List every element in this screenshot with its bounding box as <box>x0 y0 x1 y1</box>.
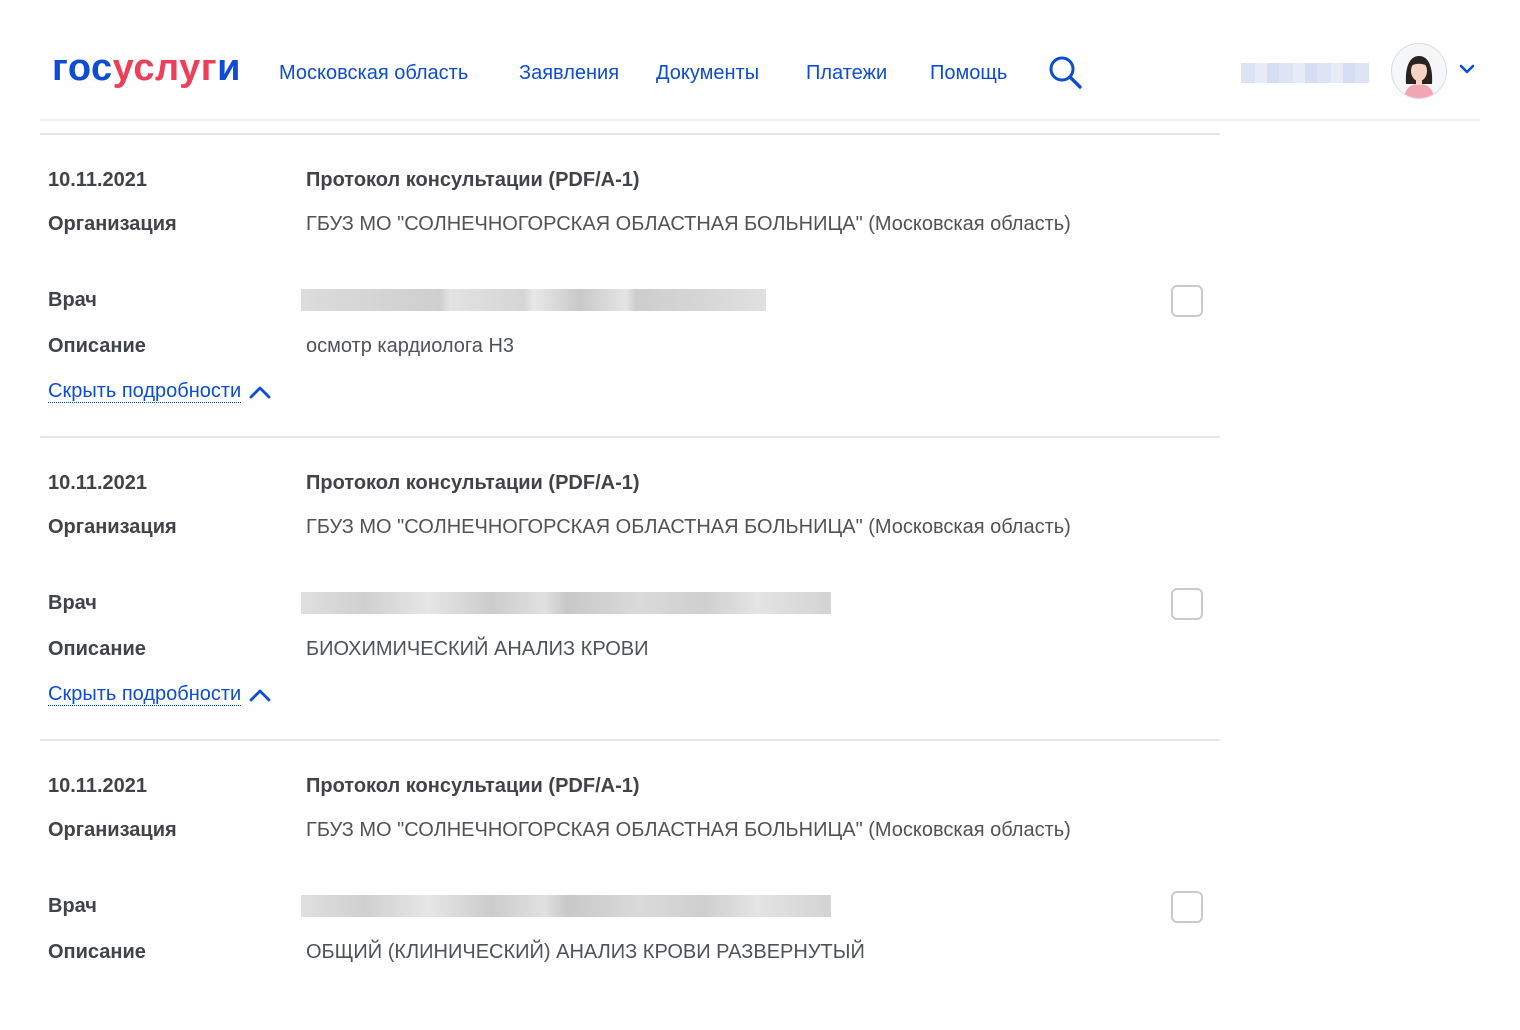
organization-label: Организация <box>48 819 177 841</box>
description-label: Описание <box>48 335 146 357</box>
description-label: Описание <box>48 638 146 660</box>
organization-value: ГБУЗ МО "СОЛНЕЧНОГОРСКАЯ ОБЛАСТНАЯ БОЛЬН… <box>306 213 1071 235</box>
record-date: 10.11.2021 <box>48 775 147 797</box>
hide-details-link[interactable]: Скрыть подробности <box>48 681 271 707</box>
record-checkbox[interactable] <box>1171 285 1203 317</box>
record-divider <box>40 436 1220 438</box>
record-title: Протокол консультации (PDF/A-1) <box>306 472 640 494</box>
organization-label: Организация <box>48 516 177 538</box>
doctor-name-redacted <box>301 289 766 311</box>
record-date: 10.11.2021 <box>48 472 147 494</box>
document-record: 10.11.2021 Протокол консультации (PDF/A-… <box>40 739 1220 1030</box>
chevron-up-icon <box>249 689 271 702</box>
document-record: 10.11.2021 Протокол консультации (PDF/A-… <box>40 133 1220 433</box>
record-date: 10.11.2021 <box>48 169 147 191</box>
record-checkbox[interactable] <box>1171 891 1203 923</box>
record-checkbox[interactable] <box>1171 588 1203 620</box>
description-value: осмотр кардиолога Н3 <box>306 335 515 357</box>
description-label: Описание <box>48 941 146 963</box>
description-value: БИОХИМИЧЕСКИЙ АНАЛИЗ КРОВИ <box>306 638 649 660</box>
record-title: Протокол консультации (PDF/A-1) <box>306 775 640 797</box>
record-divider <box>40 739 1220 741</box>
record-divider <box>40 133 1220 135</box>
document-record: 10.11.2021 Протокол консультации (PDF/A-… <box>40 436 1220 736</box>
hide-details-link[interactable]: Скрыть подробности <box>48 378 271 404</box>
organization-value: ГБУЗ МО "СОЛНЕЧНОГОРСКАЯ ОБЛАСТНАЯ БОЛЬН… <box>306 516 1071 538</box>
doctor-name-redacted <box>301 895 831 917</box>
description-value: ОБЩИЙ (КЛИНИЧЕСКИЙ) АНАЛИЗ КРОВИ РАЗВЕРН… <box>306 941 865 963</box>
doctor-label: Врач <box>48 592 97 614</box>
doctor-name-redacted <box>301 592 831 614</box>
chevron-up-icon <box>249 386 271 399</box>
doctor-label: Врач <box>48 895 97 917</box>
medical-documents-list: 10.11.2021 Протокол консультации (PDF/A-… <box>0 0 1520 1030</box>
organization-value: ГБУЗ МО "СОЛНЕЧНОГОРСКАЯ ОБЛАСТНАЯ БОЛЬН… <box>306 819 1071 841</box>
hide-details-label: Скрыть подробности <box>48 683 242 706</box>
doctor-label: Врач <box>48 289 97 311</box>
organization-label: Организация <box>48 213 177 235</box>
hide-details-label: Скрыть подробности <box>48 380 242 403</box>
record-title: Протокол консультации (PDF/A-1) <box>306 169 640 191</box>
